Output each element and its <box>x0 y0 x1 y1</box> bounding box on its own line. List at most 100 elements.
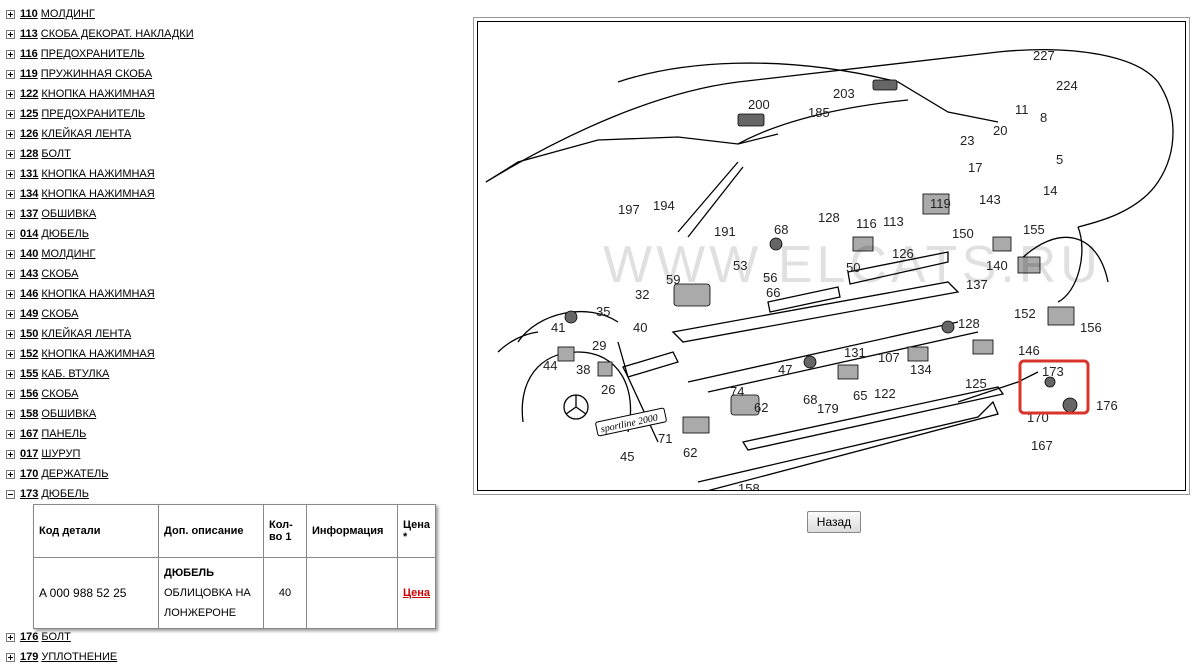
tree-item-179[interactable]: 179 УПЛОТНЕНИЕ <box>6 647 466 667</box>
tree-item-119[interactable]: 119 ПРУЖИННАЯ СКОБА <box>6 64 466 84</box>
tree-item-131[interactable]: 131 КНОПКА НАЖИМНАЯ <box>6 164 466 184</box>
expand-icon[interactable] <box>6 129 15 139</box>
callout-107[interactable]: 107 <box>878 350 900 365</box>
callout-56[interactable]: 56 <box>763 270 777 285</box>
callout-146[interactable]: 146 <box>1018 343 1040 358</box>
callout-122[interactable]: 122 <box>874 386 896 401</box>
callout-176[interactable]: 176 <box>1096 398 1118 413</box>
callout-14[interactable]: 14 <box>1043 183 1057 198</box>
expand-icon[interactable] <box>6 309 15 319</box>
callout-131[interactable]: 131 <box>844 345 866 360</box>
tree-item-link[interactable]: 125 ПРЕДОХРАНИТЕЛЬ <box>20 104 145 124</box>
expand-icon[interactable] <box>6 9 15 19</box>
tree-item-link[interactable]: 158 ОБШИВКА <box>20 404 96 424</box>
callout-155[interactable]: 155 <box>1023 222 1045 237</box>
callout-29[interactable]: 29 <box>592 338 606 353</box>
tree-item-link[interactable]: 146 КНОПКА НАЖИМНАЯ <box>20 284 155 304</box>
tree-item-149[interactable]: 149 СКОБА <box>6 304 466 324</box>
tree-item-146[interactable]: 146 КНОПКА НАЖИМНАЯ <box>6 284 466 304</box>
tree-item-link[interactable]: 126 КЛЕЙКАЯ ЛЕНТА <box>20 124 131 144</box>
callout-45[interactable]: 45 <box>620 449 634 464</box>
callout-173[interactable]: 173 <box>1042 364 1064 379</box>
callout-32[interactable]: 32 <box>635 287 649 302</box>
tree-item-156[interactable]: 156 СКОБА <box>6 384 466 404</box>
tree-item-link[interactable]: 150 КЛЕЙКАЯ ЛЕНТА <box>20 324 131 344</box>
expand-icon[interactable] <box>6 269 15 279</box>
expand-icon[interactable] <box>6 329 15 339</box>
callout-113[interactable]: 113 <box>883 214 904 229</box>
callout-62[interactable]: 62 <box>754 400 768 415</box>
tree-item-126[interactable]: 126 КЛЕЙКАЯ ЛЕНТА <box>6 124 466 144</box>
callout-197[interactable]: 197 <box>618 202 640 217</box>
callout-35[interactable]: 35 <box>596 304 610 319</box>
tree-item-128[interactable]: 128 БОЛТ <box>6 144 466 164</box>
price-link[interactable]: Цена <box>403 587 430 599</box>
tree-item-link[interactable]: 143 СКОБА <box>20 264 78 284</box>
callout-227[interactable]: 227 <box>1033 48 1055 63</box>
tree-item-170[interactable]: 170 ДЕРЖАТЕЛЬ <box>6 464 466 484</box>
expand-icon[interactable] <box>6 49 15 59</box>
callout-152[interactable]: 152 <box>1014 306 1036 321</box>
callout-38[interactable]: 38 <box>576 362 590 377</box>
callout-66[interactable]: 66 <box>766 285 780 300</box>
callout-44[interactable]: 44 <box>543 358 557 373</box>
callout-125[interactable]: 125 <box>965 376 987 391</box>
tree-item-link[interactable]: 116 ПРЕДОХРАНИТЕЛЬ <box>20 44 144 64</box>
callout-26[interactable]: 26 <box>601 382 615 397</box>
callout-156[interactable]: 156 <box>1080 320 1102 335</box>
callout-11[interactable]: 11 <box>1015 102 1029 117</box>
tree-item-122[interactable]: 122 КНОПКА НАЖИМНАЯ <box>6 84 466 104</box>
tree-item-150[interactable]: 150 КЛЕЙКАЯ ЛЕНТА <box>6 324 466 344</box>
callout-68[interactable]: 68 <box>774 222 788 237</box>
callout-203[interactable]: 203 <box>833 86 855 101</box>
tree-item-link[interactable]: 155 КАБ. ВТУЛКА <box>20 364 109 384</box>
tree-item-113[interactable]: 113 СКОБА ДЕКОРАТ. НАКЛАДКИ <box>6 24 466 44</box>
tree-item-link[interactable]: 137 ОБШИВКА <box>20 204 96 224</box>
callout-47[interactable]: 47 <box>778 362 792 377</box>
tree-item-link[interactable]: 110 МОЛДИНГ <box>20 4 95 24</box>
callout-8[interactable]: 8 <box>1040 110 1047 125</box>
expand-icon[interactable] <box>6 289 15 299</box>
callout-137[interactable]: 137 <box>966 277 988 292</box>
back-button[interactable]: Назад <box>807 511 861 533</box>
tree-item-152[interactable]: 152 КНОПКА НАЖИМНАЯ <box>6 344 466 364</box>
tree-item-017[interactable]: 017 ШУРУП <box>6 444 466 464</box>
expand-icon[interactable] <box>6 29 15 39</box>
tree-item-link[interactable]: 140 МОЛДИНГ <box>20 244 95 264</box>
callout-140[interactable]: 140 <box>986 258 1008 273</box>
expand-icon[interactable] <box>6 409 15 419</box>
callout-23[interactable]: 23 <box>960 133 974 148</box>
tree-item-176[interactable]: 176 БОЛТ <box>6 627 466 647</box>
expand-icon[interactable] <box>6 632 15 642</box>
car-side-diagram[interactable]: sportline 2000 WWW.ELCATS.RU 22722420318… <box>478 22 1186 491</box>
callout-53[interactable]: 53 <box>733 258 747 273</box>
callout-191[interactable]: 191 <box>714 224 736 239</box>
callout-134[interactable]: 134 <box>910 362 932 377</box>
expand-icon[interactable] <box>6 652 15 662</box>
tree-item-link[interactable]: 149 СКОБА <box>20 304 78 324</box>
callout-20[interactable]: 20 <box>993 123 1007 138</box>
tree-item-link[interactable]: 173 ДЮБЕЛЬ <box>20 484 89 504</box>
collapse-icon[interactable] <box>6 489 15 499</box>
tree-item-link[interactable]: 134 КНОПКА НАЖИМНАЯ <box>20 184 155 204</box>
callout-68[interactable]: 68 <box>803 392 817 407</box>
callout-119[interactable]: 119 <box>930 196 951 211</box>
callout-17[interactable]: 17 <box>968 160 982 175</box>
tree-item-link[interactable]: 122 КНОПКА НАЖИМНАЯ <box>20 84 155 104</box>
callout-179[interactable]: 179 <box>817 401 839 416</box>
tree-item-134[interactable]: 134 КНОПКА НАЖИМНАЯ <box>6 184 466 204</box>
tree-item-140[interactable]: 140 МОЛДИНГ <box>6 244 466 264</box>
tree-item-link[interactable]: 156 СКОБА <box>20 384 78 404</box>
tree-item-link[interactable]: 170 ДЕРЖАТЕЛЬ <box>20 464 109 484</box>
expand-icon[interactable] <box>6 469 15 479</box>
callout-200[interactable]: 200 <box>748 97 770 112</box>
tree-item-link[interactable]: 113 СКОБА ДЕКОРАТ. НАКЛАДКИ <box>20 24 194 44</box>
callout-59[interactable]: 59 <box>666 272 680 287</box>
callout-40[interactable]: 40 <box>633 320 647 335</box>
expand-icon[interactable] <box>6 449 15 459</box>
expand-icon[interactable] <box>6 169 15 179</box>
callout-143[interactable]: 143 <box>979 192 1001 207</box>
tree-item-link[interactable]: 176 БОЛТ <box>20 627 71 647</box>
callout-128[interactable]: 128 <box>958 316 980 331</box>
tree-item-158[interactable]: 158 ОБШИВКА <box>6 404 466 424</box>
